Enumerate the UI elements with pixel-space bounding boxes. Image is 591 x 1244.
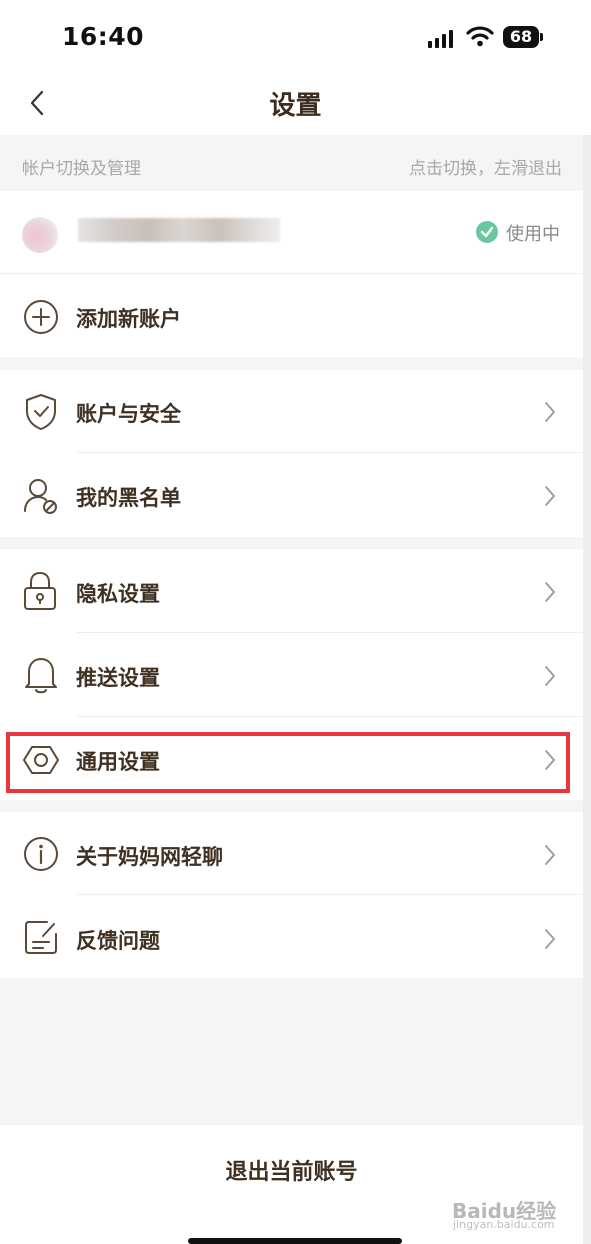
list-item-label: 推送设置 <box>76 666 160 690</box>
list-item-label: 反馈问题 <box>76 929 160 953</box>
logout-button[interactable]: 退出当前账号 <box>0 1154 583 1186</box>
chevron-right-icon <box>545 666 555 686</box>
check-circle-icon <box>476 221 498 243</box>
list-item-label: 隐私设置 <box>76 582 160 606</box>
page-title: 设置 <box>269 91 322 121</box>
highlight-box <box>6 732 570 793</box>
wifi-icon <box>466 26 494 47</box>
chevron-right-icon <box>545 845 555 865</box>
shield-check-icon <box>26 394 56 430</box>
add-account-label: 添加新账户 <box>76 307 181 331</box>
in-use-label: 使用中 <box>506 224 560 245</box>
signal-bars-icon <box>428 30 458 48</box>
account-section-hint: 点击切换，左滑退出 <box>409 159 562 179</box>
account-name-blurred[interactable] <box>78 218 280 242</box>
feedback-edit-icon <box>25 921 57 954</box>
battery-level: 68 <box>503 26 539 48</box>
list-item-label: 账户与安全 <box>76 402 181 426</box>
chevron-right-icon <box>545 929 555 949</box>
status-time: 16:40 <box>62 22 145 51</box>
avatar[interactable] <box>22 217 58 253</box>
chevron-right-icon <box>545 402 555 422</box>
scroll-edge <box>583 135 591 1244</box>
watermark-url: jingyan.baidu.com <box>453 1218 555 1231</box>
chevron-right-icon <box>545 486 555 506</box>
battery-tip <box>540 33 543 41</box>
lock-icon <box>24 571 56 610</box>
bell-icon <box>25 658 57 694</box>
chevron-right-icon <box>545 582 555 602</box>
user-blocked-icon <box>24 479 57 514</box>
info-icon <box>24 837 58 871</box>
home-indicator <box>188 1238 402 1244</box>
list-item-label: 我的黑名单 <box>76 486 181 510</box>
account-section-title: 帐户切换及管理 <box>22 159 141 179</box>
list-item-label: 关于妈妈网轻聊 <box>76 845 223 869</box>
